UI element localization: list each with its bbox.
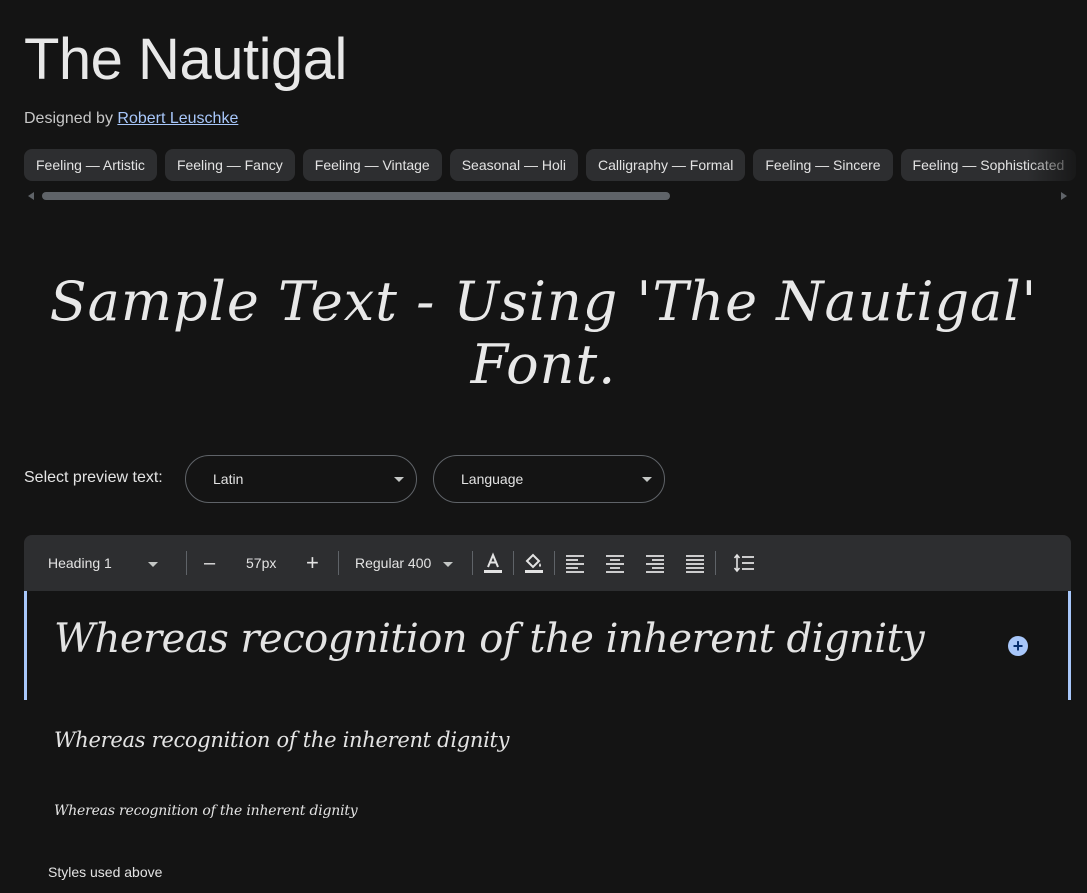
chevron-down-icon [443, 561, 454, 567]
preview-heading-2[interactable]: Whereas recognition of the inherent dign… [54, 728, 510, 752]
tag-chip[interactable]: Feeling — Fancy [164, 149, 295, 181]
styles-used-label: Styles used above [48, 864, 163, 880]
script-select[interactable]: Latin [185, 455, 417, 503]
toolbar-divider [715, 551, 716, 575]
fill-color-icon[interactable] [522, 551, 546, 575]
preview-heading-3[interactable]: Whereas recognition of the inherent dign… [54, 803, 358, 819]
align-center-icon[interactable] [603, 551, 627, 575]
decrease-size-button[interactable]: – [204, 535, 215, 591]
tags-scrollbar[interactable] [24, 190, 1071, 202]
toolbar-divider [472, 551, 473, 575]
editor-toolbar: Heading 1 – 57px + Regular 400 [24, 535, 1071, 591]
designer-prefix: Designed by [24, 110, 118, 127]
line-height-icon[interactable] [732, 551, 756, 575]
scroll-thumb[interactable] [42, 192, 670, 200]
tag-chip[interactable]: Seasonal — Holi [449, 149, 578, 181]
align-justify-icon[interactable] [683, 551, 707, 575]
increase-size-button[interactable]: + [306, 535, 319, 591]
toolbar-divider [513, 551, 514, 575]
preview-text-label: Select preview text: [24, 469, 163, 486]
style-select[interactable]: Heading 1 [48, 535, 168, 591]
chevron-down-icon [394, 477, 404, 482]
language-select-value: Language [461, 471, 524, 487]
chevron-down-icon [642, 477, 652, 482]
tag-chip[interactable]: Calligraphy — Formal [585, 149, 746, 181]
style-select-value: Heading 1 [48, 555, 112, 571]
script-select-value: Latin [213, 471, 244, 487]
scroll-right-arrow-icon[interactable] [1061, 192, 1067, 200]
weight-select[interactable]: Regular 400 [355, 535, 465, 591]
tag-chip[interactable]: Feeling — Vintage [302, 149, 442, 181]
tag-list: Feeling — Artistic Feeling — Fancy Feeling… [24, 149, 1087, 181]
preview-heading-1[interactable]: Whereas recognition of the inherent dign… [54, 616, 925, 662]
toolbar-divider [338, 551, 339, 575]
weight-select-value: Regular 400 [355, 555, 432, 571]
font-title: The Nautigal [24, 27, 347, 92]
toolbar-divider [186, 551, 187, 575]
align-left-icon[interactable] [563, 551, 587, 575]
scroll-left-arrow-icon[interactable] [28, 192, 34, 200]
designer-link[interactable]: Robert Leuschke [117, 110, 238, 127]
add-circle-icon[interactable]: + [1008, 636, 1028, 656]
font-size-value[interactable]: 57px [246, 535, 276, 591]
text-color-icon[interactable] [481, 551, 505, 575]
tag-chip[interactable]: Feeling — Artistic [24, 149, 157, 181]
designer-line: Designed by Robert Leuschke [24, 110, 238, 128]
tags-fade [1027, 149, 1087, 181]
align-right-icon[interactable] [643, 551, 667, 575]
language-select[interactable]: Language [433, 455, 665, 503]
chevron-down-icon [147, 561, 158, 567]
tag-chip[interactable]: Feeling — Sincere [753, 149, 893, 181]
toolbar-divider [554, 551, 555, 575]
sample-text: Sample Text - Using 'The Nautigal' Font. [49, 270, 1038, 396]
